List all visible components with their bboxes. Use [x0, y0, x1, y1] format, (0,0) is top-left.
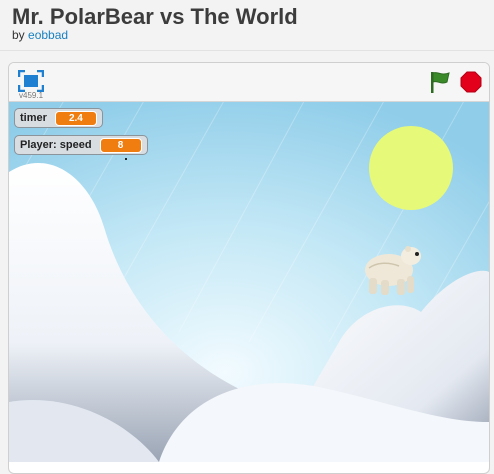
sun: [369, 126, 453, 210]
speed-monitor-value: 8: [99, 137, 142, 153]
polar-bear-sprite[interactable]: [359, 240, 425, 298]
speed-monitor[interactable]: Player: speed 8: [14, 135, 148, 155]
project-header: Mr. PolarBear vs The World by eobbad: [0, 0, 494, 51]
green-flag-icon[interactable]: [428, 70, 452, 94]
timer-monitor[interactable]: timer 2.4: [14, 108, 103, 128]
sprite-dot: [125, 158, 127, 160]
player-version: v459.1: [19, 91, 44, 100]
stop-sign-icon[interactable]: [460, 71, 482, 93]
project-player: v459.1 timer 2.4 Player: speed 8: [8, 62, 490, 474]
project-title: Mr. PolarBear vs The World: [12, 4, 298, 29]
by-label: by: [12, 28, 25, 42]
timer-monitor-label: timer: [20, 112, 47, 124]
project-byline: by eobbad: [12, 28, 68, 42]
timer-monitor-value: 2.4: [54, 110, 97, 126]
player-controls: v459.1: [9, 63, 489, 102]
fullscreen-icon[interactable]: [17, 69, 45, 93]
stage[interactable]: timer 2.4 Player: speed 8: [9, 102, 489, 462]
speed-monitor-label: Player: speed: [20, 139, 92, 151]
author-link[interactable]: eobbad: [28, 28, 68, 42]
